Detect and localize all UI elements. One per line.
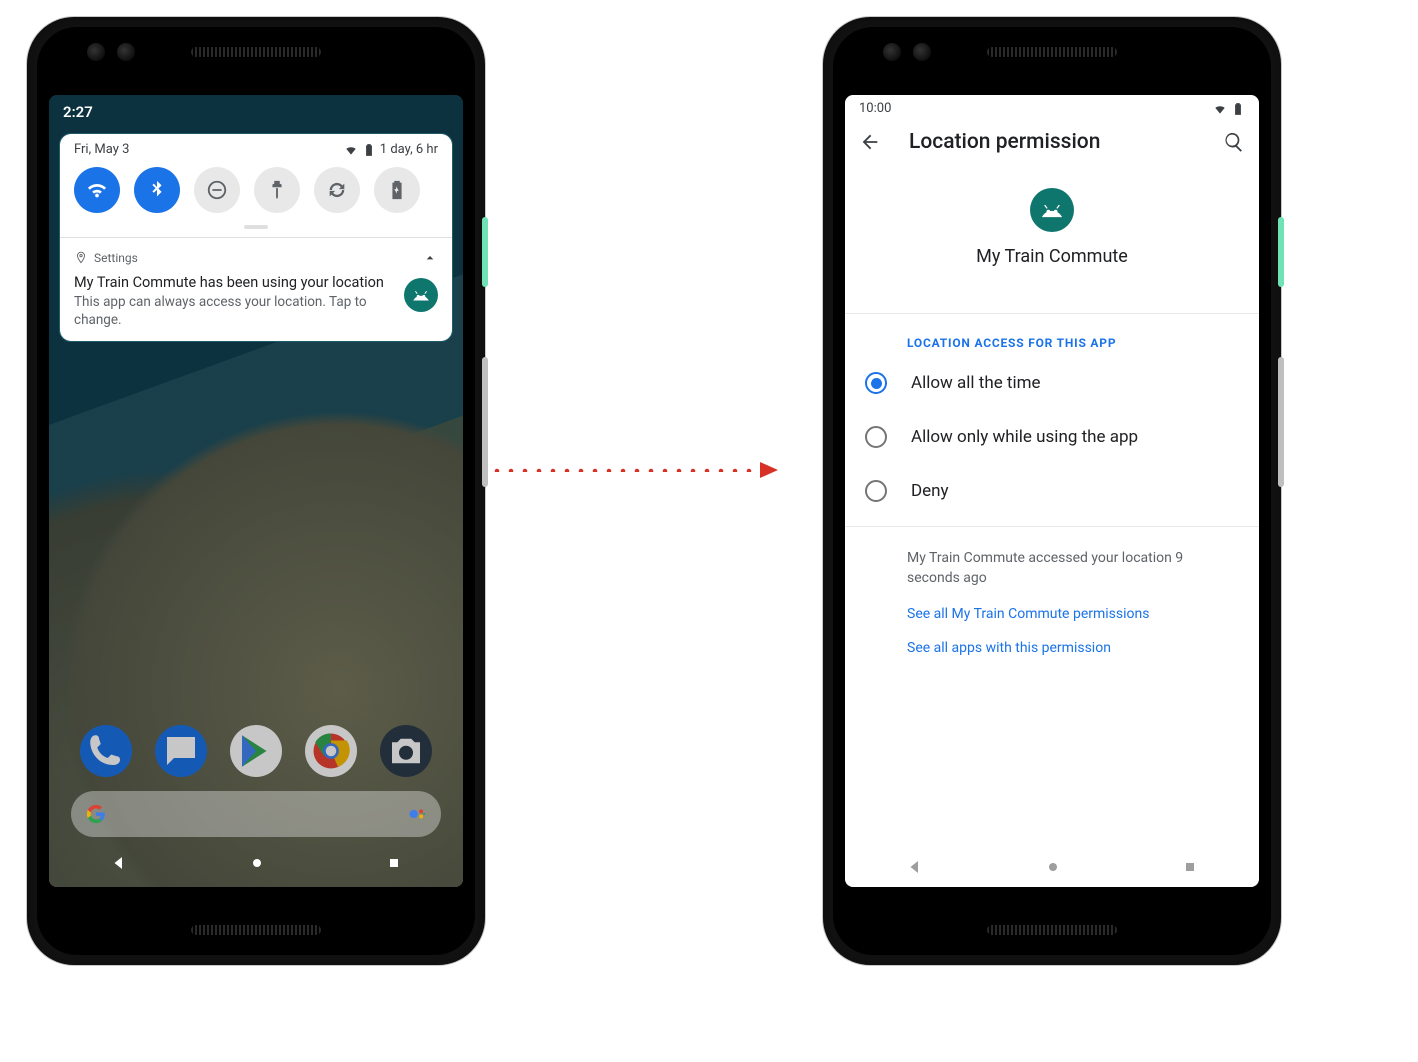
qs-toggle-flashlight[interactable] <box>254 167 300 213</box>
app-icon <box>404 278 438 312</box>
option-label: Allow only while using the app <box>911 427 1138 447</box>
option-label: Allow all the time <box>911 373 1041 393</box>
status-clock: 10:00 <box>859 101 891 116</box>
phone-app-icon[interactable] <box>80 725 132 777</box>
assistant-icon <box>407 804 427 824</box>
flow-arrow <box>490 460 778 480</box>
app-info: My Train Commute <box>845 188 1259 267</box>
chrome-app-icon[interactable] <box>305 725 357 777</box>
nav-bar <box>49 849 463 877</box>
chevron-up-icon[interactable] <box>422 250 438 266</box>
dnd-icon <box>206 179 228 201</box>
qs-expand-handle[interactable] <box>244 225 268 229</box>
qs-battery-text: 1 day, 6 hr <box>380 142 438 157</box>
battery-saver-icon <box>386 179 408 201</box>
nav-recent-icon[interactable] <box>1182 859 1198 875</box>
qs-toggles <box>74 167 438 213</box>
section-label: LOCATION ACCESS FOR THIS APP <box>845 314 1259 356</box>
back-icon[interactable] <box>859 131 881 153</box>
google-icon <box>85 803 107 825</box>
status-bar: 10:00 <box>845 95 1259 122</box>
radio-icon <box>865 480 887 502</box>
options-section: LOCATION ACCESS FOR THIS APP Allow all t… <box>845 313 1259 518</box>
search-bar[interactable] <box>71 791 441 837</box>
nav-home-icon[interactable] <box>1045 859 1061 875</box>
qs-toggle-battery-saver[interactable] <box>374 167 420 213</box>
rotate-icon <box>326 179 348 201</box>
wifi-icon <box>344 143 358 157</box>
app-name: My Train Commute <box>976 246 1128 267</box>
quick-settings: Fri, May 3 1 day, 6 hr <box>60 134 452 237</box>
nav-recent-icon[interactable] <box>386 855 402 871</box>
notification-shade[interactable]: Fri, May 3 1 day, 6 hr <box>59 133 453 342</box>
location-icon <box>74 251 88 265</box>
notification-card[interactable]: Settings My Train Commute has been using… <box>60 237 452 341</box>
qs-toggle-wifi[interactable] <box>74 167 120 213</box>
search-icon[interactable] <box>1223 131 1245 153</box>
option-label: Deny <box>911 481 949 501</box>
battery-icon <box>1231 102 1245 116</box>
access-info: My Train Commute accessed your location … <box>845 526 1259 588</box>
radio-icon <box>865 372 887 394</box>
link-all-permissions[interactable]: See all My Train Commute permissions <box>845 588 1259 622</box>
qs-toggle-rotate[interactable] <box>314 167 360 213</box>
status-clock: 2:27 <box>49 95 463 129</box>
bluetooth-icon <box>146 179 168 201</box>
qs-date: Fri, May 3 <box>74 142 129 157</box>
notification-source: Settings <box>94 251 138 265</box>
nav-home-icon[interactable] <box>249 855 265 871</box>
wifi-icon <box>86 179 108 201</box>
radio-icon <box>865 426 887 448</box>
battery-icon <box>362 143 376 157</box>
nav-bar <box>845 853 1259 881</box>
messages-app-icon[interactable] <box>155 725 207 777</box>
qs-toggle-bluetooth[interactable] <box>134 167 180 213</box>
device-notification-shade: 2:27 Fri, May 3 1 day, 6 hr <box>26 16 486 966</box>
nav-back-icon[interactable] <box>906 858 924 876</box>
wifi-icon <box>1213 102 1227 116</box>
dock <box>49 725 463 777</box>
notification-body: This app can always access your location… <box>74 293 438 329</box>
option-allow-all[interactable]: Allow all the time <box>845 356 1259 410</box>
app-bar: Location permission <box>845 122 1259 162</box>
option-while-using[interactable]: Allow only while using the app <box>845 410 1259 464</box>
page-title: Location permission <box>909 130 1195 154</box>
play-store-app-icon[interactable] <box>230 725 282 777</box>
app-icon <box>1030 188 1074 232</box>
flashlight-icon <box>266 179 288 201</box>
qs-toggle-dnd[interactable] <box>194 167 240 213</box>
link-all-apps[interactable]: See all apps with this permission <box>845 622 1259 656</box>
notification-title: My Train Commute has been using your loc… <box>74 274 438 291</box>
camera-app-icon[interactable] <box>380 725 432 777</box>
device-location-permission: 10:00 Location permission My Train Commu… <box>822 16 1282 966</box>
option-deny[interactable]: Deny <box>845 464 1259 518</box>
qs-status-icons: 1 day, 6 hr <box>344 142 438 157</box>
nav-back-icon[interactable] <box>110 854 128 872</box>
